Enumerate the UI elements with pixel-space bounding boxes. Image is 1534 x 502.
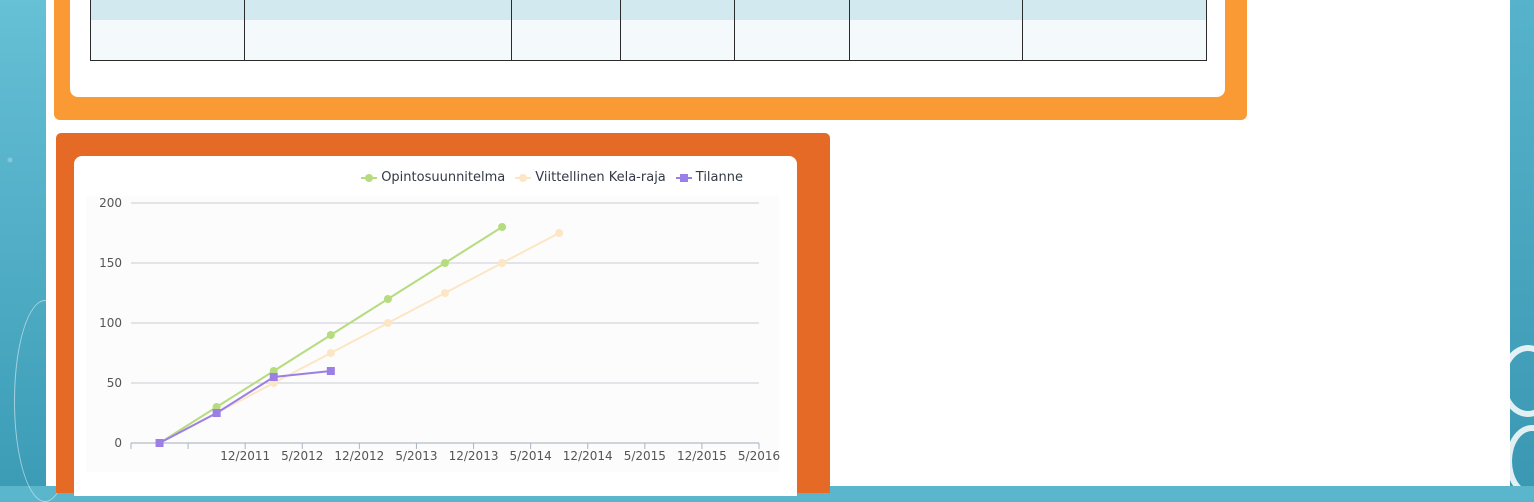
table-panel-body [70,0,1225,97]
data-point-opintosuunnitelma [383,295,392,303]
x-tick-label: 5/2012 [281,449,323,463]
x-tick-label: 12/2011 [220,449,270,463]
data-point-viittellinen-kela-raja [383,319,392,327]
data-table [90,0,1207,61]
table-cell [734,0,851,20]
x-tick-label: 5/2014 [510,449,552,463]
data-point-tilanne [155,439,164,447]
background-right [1510,0,1534,486]
table-cell [243,0,512,20]
y-tick-label: 50 [107,376,122,390]
data-point-viittellinen-kela-raja [441,289,449,297]
y-tick-label: 150 [99,256,122,270]
table-cell [849,0,1024,20]
background-ring [1510,425,1534,486]
chart-panel: Opintosuunnitelma Viittellinen Kela-raja… [56,133,830,496]
x-tick-label: 12/2013 [449,449,499,463]
table-cell [849,20,1024,61]
table-cell [619,20,736,61]
background-ring [1510,345,1534,417]
plot-background [86,196,779,472]
data-point-viittellinen-kela-raja [555,229,564,237]
y-tick-label: 0 [114,436,122,450]
table-cell [734,20,851,61]
table-cell [1022,20,1207,61]
background-left [0,0,76,502]
table-cell [243,20,512,61]
x-tick-label: 12/2014 [563,449,613,463]
page-content: Opintosuunnitelma Viittellinen Kela-raja… [46,0,1510,496]
line-chart: 0 50 100 150 200 12/2011 5/2012 12/2012 5/2013 12… [86,196,780,472]
data-point-tilanne [212,409,221,417]
table-cell [510,20,621,61]
table-cell [510,0,621,20]
data-point-tilanne [326,367,335,375]
x-tick-label: 5/2016 [738,449,780,463]
table-row [90,20,1207,61]
table-cell [90,0,245,20]
data-point-opintosuunnitelma [498,223,507,231]
table-cell [619,0,736,20]
data-point-tilanne [269,373,278,381]
table-row [90,0,1207,20]
x-tick-label: 5/2013 [395,449,437,463]
data-point-opintosuunnitelma [441,259,449,267]
y-tick-label: 200 [99,196,122,210]
table-panel [54,0,1247,120]
chart-card: Opintosuunnitelma Viittellinen Kela-raja… [74,156,797,496]
x-tick-label: 5/2015 [624,449,666,463]
table-cell [1022,0,1207,20]
x-tick-label: 12/2012 [334,449,384,463]
data-point-viittellinen-kela-raja [498,259,507,267]
data-point-viittellinen-kela-raja [326,349,335,357]
x-tick-label: 12/2015 [677,449,727,463]
table-cell [90,20,245,61]
y-tick-label: 100 [99,316,122,330]
data-point-opintosuunnitelma [326,331,335,339]
